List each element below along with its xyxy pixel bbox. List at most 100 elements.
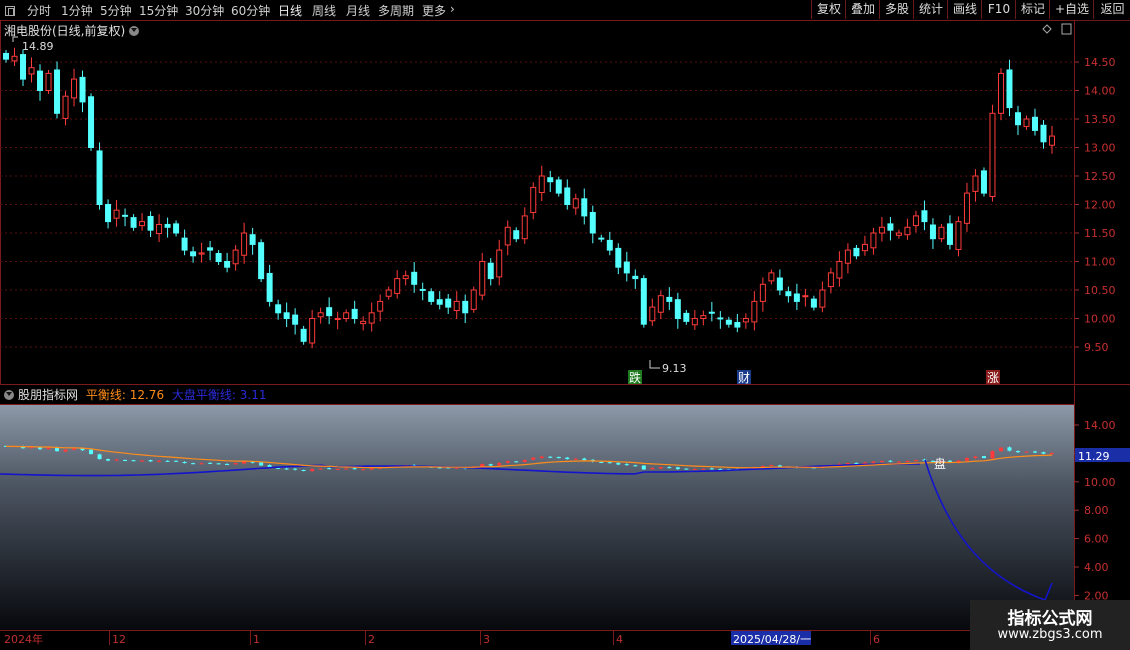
period-15min[interactable]: 15分钟 <box>139 2 178 19</box>
candle-body <box>224 261 231 268</box>
candle-body <box>156 223 163 235</box>
period-monthly[interactable]: 月线 <box>346 2 370 19</box>
main-chart-title[interactable]: 湘电股份(日线,前复权) <box>4 22 140 39</box>
ind-candle-body <box>361 469 366 471</box>
candle-body <box>870 232 877 249</box>
period-5min[interactable]: 5分钟 <box>100 2 132 19</box>
ind-candle-body <box>63 449 68 452</box>
x-label-2: 2 <box>368 633 375 646</box>
candle-body <box>657 295 664 313</box>
stats-button[interactable]: 统计 <box>913 0 948 19</box>
chevron-right-icon[interactable]: › <box>450 2 455 16</box>
ind-candle-body <box>216 463 221 465</box>
ind-candle-body <box>182 462 187 464</box>
ind-candle-body <box>913 460 918 462</box>
candle-body <box>963 192 970 224</box>
candle-body <box>62 95 69 119</box>
add-watchlist-button[interactable]: +自选 <box>1049 0 1094 19</box>
ind-tick-label: 4.00 <box>1084 561 1109 574</box>
candle-body <box>912 215 919 227</box>
ind-candle-body <box>148 460 153 462</box>
ind-candle-body <box>701 468 706 470</box>
candle-body <box>275 304 282 314</box>
period-more[interactable]: 更多 <box>422 2 446 19</box>
ind-candle-body <box>964 458 969 461</box>
draw-line-button[interactable]: 画线 <box>947 0 982 19</box>
candle-body <box>368 312 375 324</box>
candle-body <box>632 275 639 280</box>
ind-candle-body <box>165 460 170 462</box>
candle-body <box>453 300 460 312</box>
marker-finance-text: 财 <box>738 371 750 385</box>
current-value-text: 11.29 <box>1078 450 1110 463</box>
multi-stock-button[interactable]: 多股 <box>879 0 914 19</box>
indicator-name: 股朋指标网 <box>18 388 79 402</box>
candle-body <box>54 69 61 114</box>
overlay-button[interactable]: 叠加 <box>845 0 880 19</box>
candle-body <box>105 204 112 223</box>
ind-candle-body <box>208 462 213 464</box>
candle-body <box>598 237 605 240</box>
ind-candle-body <box>981 456 986 459</box>
candle-body <box>173 223 180 234</box>
x-label-4: 4 <box>616 633 623 646</box>
candle-body <box>96 150 103 205</box>
candle-body <box>623 261 630 274</box>
ind-candle-body <box>658 467 663 469</box>
period-fenshi[interactable]: 分时 <box>27 2 51 19</box>
candle-body <box>649 306 656 322</box>
candle-body <box>122 214 129 217</box>
ind-candle-body <box>692 469 697 471</box>
candle-body <box>241 232 248 256</box>
ind-candle-body <box>97 454 102 460</box>
period-daily[interactable]: 日线 <box>278 2 302 19</box>
candle-body <box>1040 124 1047 143</box>
candle-body <box>317 312 324 318</box>
candle-body <box>292 314 299 325</box>
ind-tick-label: 8.00 <box>1084 504 1109 517</box>
ind-candle-body <box>871 461 876 463</box>
ind-candle-body <box>845 463 850 465</box>
watermark-url: www.zbgs3.com <box>997 627 1103 642</box>
candle-body <box>28 67 35 75</box>
ind-candle-body <box>675 467 680 470</box>
ind-candle-body <box>140 460 145 462</box>
dropdown-icon[interactable] <box>129 26 140 36</box>
candle-body <box>547 177 554 183</box>
ind-candle-body <box>633 465 638 467</box>
candle-body <box>45 72 52 92</box>
back-button[interactable]: 返回 <box>1093 0 1130 19</box>
period-60min[interactable]: 60分钟 <box>231 2 270 19</box>
x-label-12: 12 <box>112 633 126 646</box>
main-tick-label: 12.50 <box>1084 170 1116 183</box>
period-multi[interactable]: 多周期 <box>378 2 414 19</box>
ind-candle-body <box>488 464 493 466</box>
ind-candle-body <box>998 447 1003 452</box>
candle-body <box>521 215 528 240</box>
ind-candle-body <box>505 461 510 463</box>
dropdown-icon[interactable] <box>4 390 14 400</box>
ind-candle-body <box>607 462 612 464</box>
indicator-panel-bg <box>0 404 1074 630</box>
candle-body <box>810 298 817 308</box>
candle-body <box>351 308 358 320</box>
candle-body <box>564 187 571 206</box>
ind-candle-body <box>514 461 519 463</box>
fuquan-button[interactable]: 复权 <box>811 0 846 19</box>
ind-candle-body <box>1050 453 1054 455</box>
candle-body <box>249 234 256 245</box>
f10-button[interactable]: F10 <box>981 0 1016 19</box>
ind-tick-label: 14.00 <box>1084 419 1116 432</box>
ind-candle-body <box>990 451 995 459</box>
ind-candle-body <box>106 459 111 461</box>
candle-body <box>708 311 715 314</box>
candle-body <box>819 289 826 308</box>
kline-chart-area[interactable]: 14.5014.0013.5013.0012.5012.0011.5011.00… <box>0 20 1130 650</box>
period-30min[interactable]: 30分钟 <box>185 2 224 19</box>
period-weekly[interactable]: 周线 <box>312 2 336 19</box>
mark-button[interactable]: 标记 <box>1015 0 1050 19</box>
period-1min[interactable]: 1分钟 <box>61 2 93 19</box>
main-tick-label: 13.50 <box>1084 113 1116 126</box>
ind-candle-body <box>854 462 859 464</box>
candle-body <box>181 237 188 251</box>
